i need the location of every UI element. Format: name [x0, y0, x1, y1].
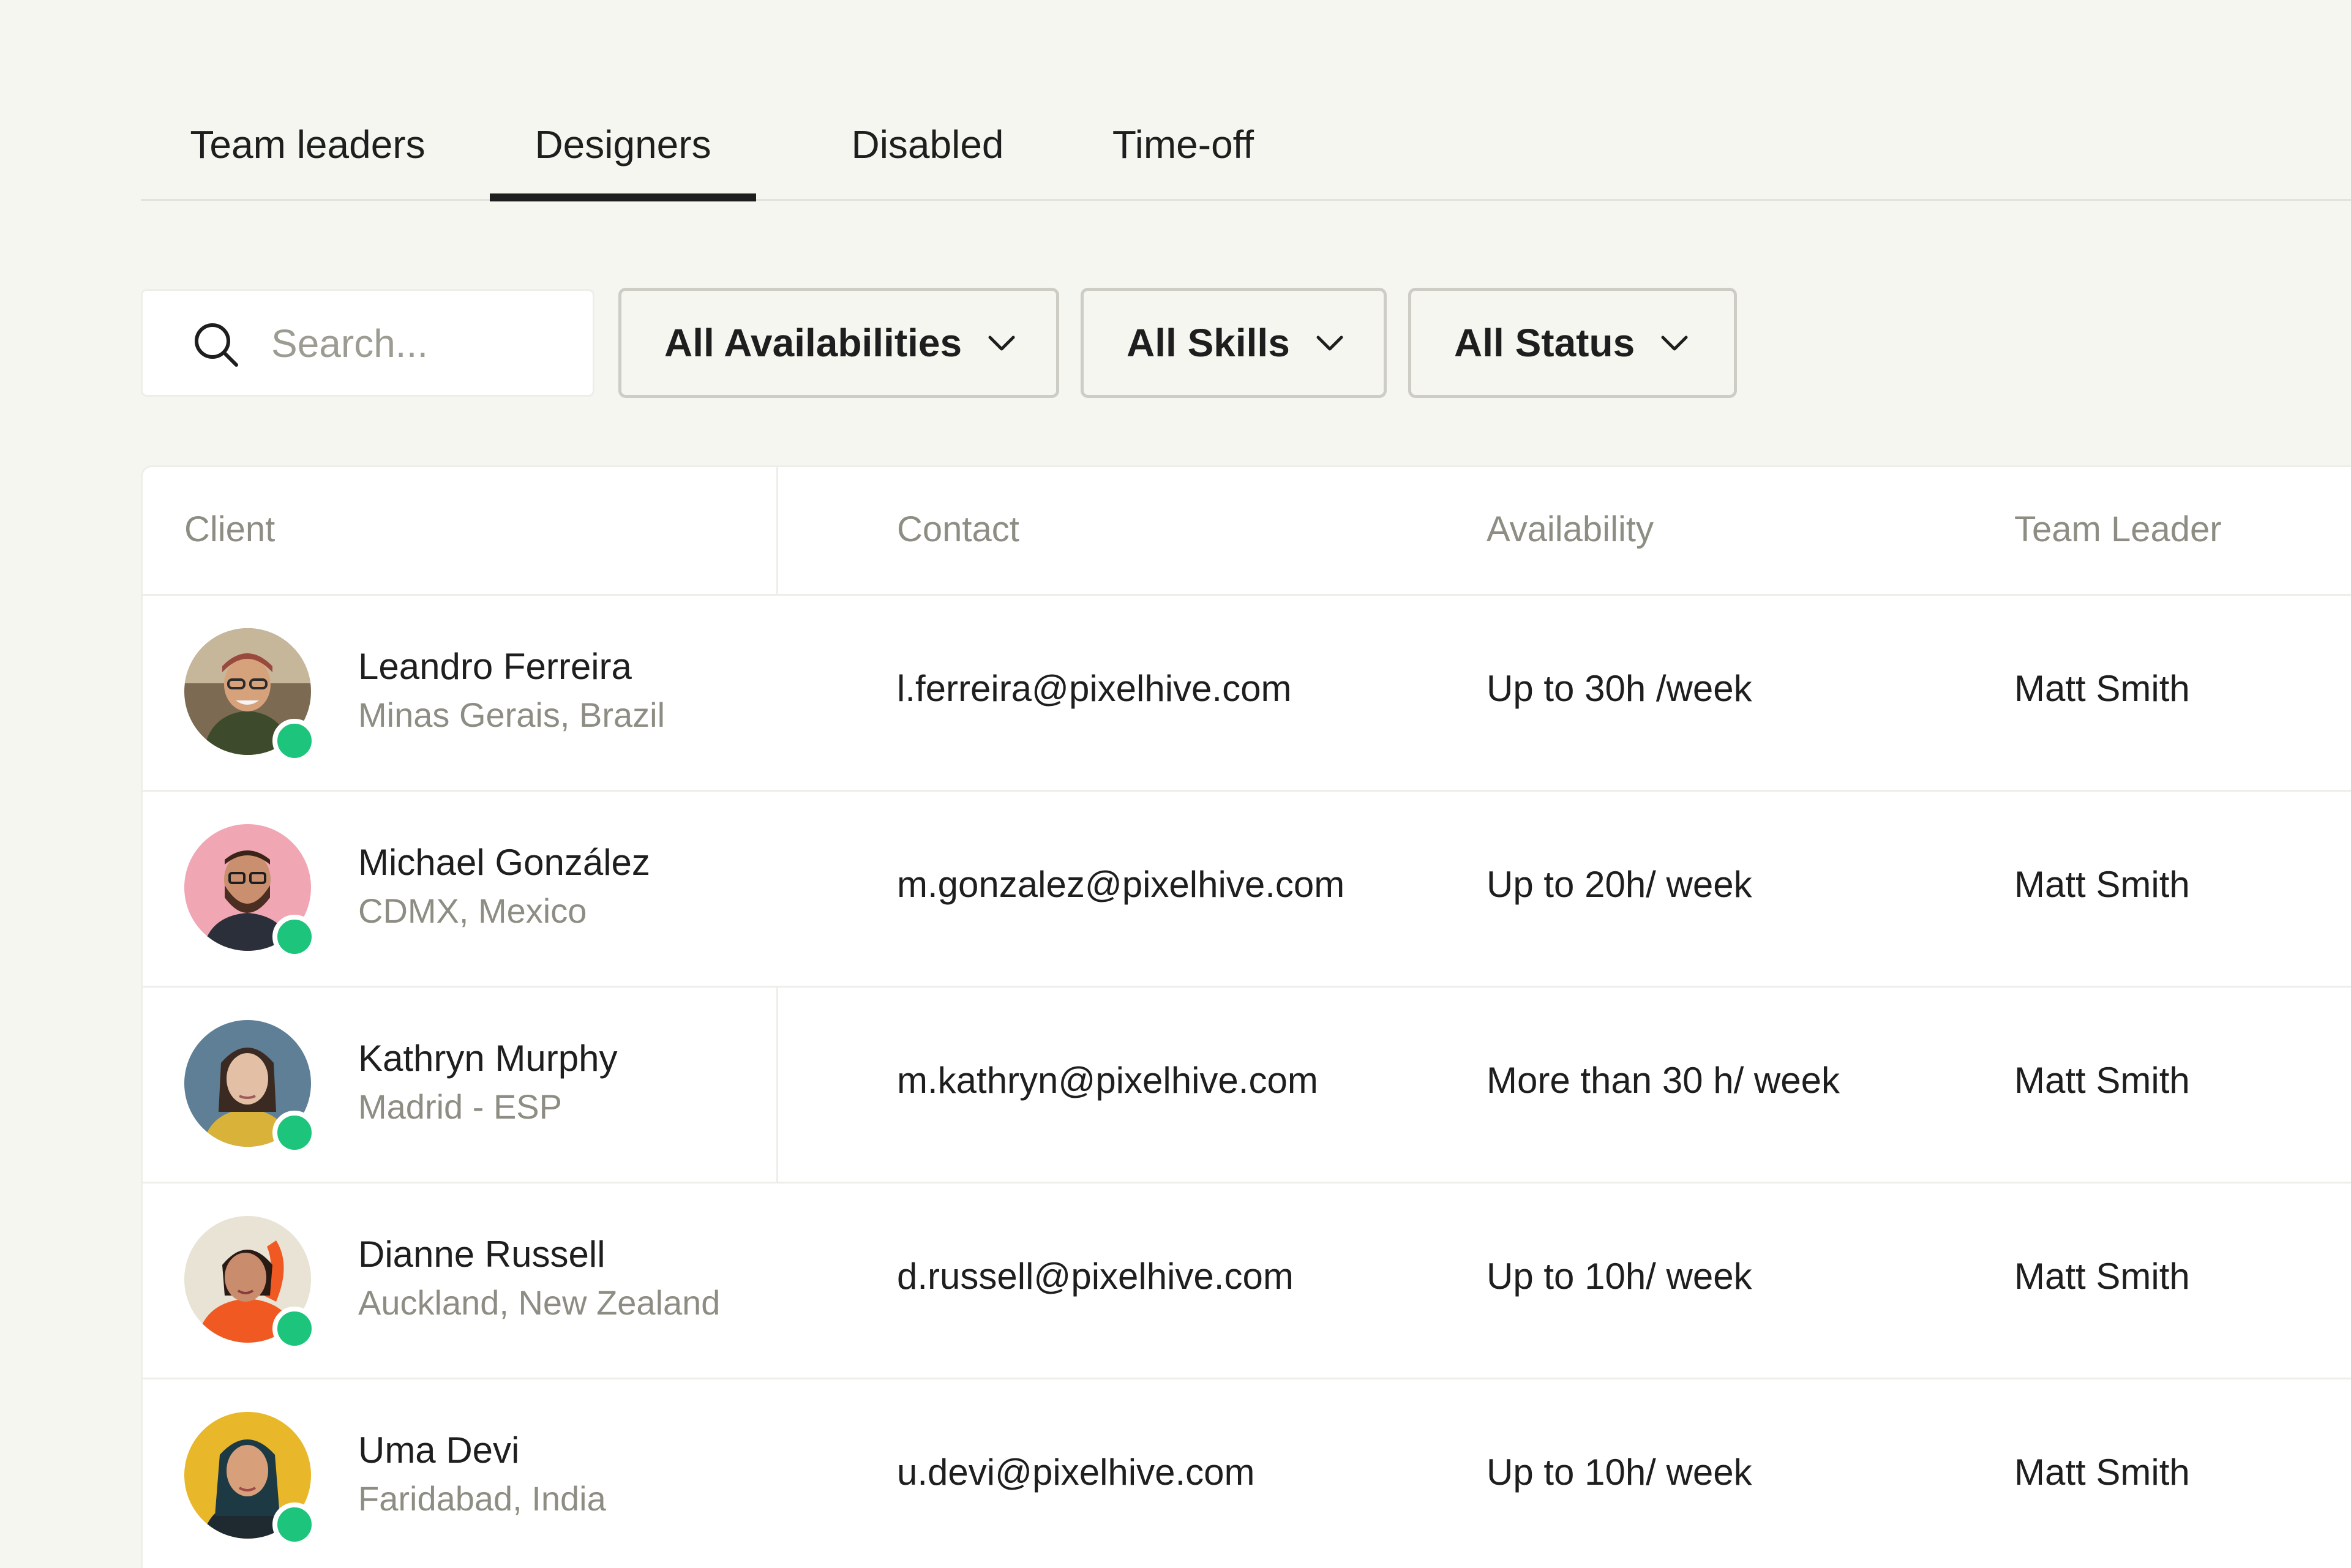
tab-disabled[interactable]: Disabled: [814, 119, 1041, 199]
designer-team-leader: Matt Smith: [2014, 668, 2190, 709]
designer-availability: Up to 10h/ week: [1487, 1256, 1752, 1297]
designers-table: Client Contact Availability Team Leader: [141, 465, 2351, 1568]
online-status-indicator: [272, 1307, 317, 1351]
designer-location: Auckland, New Zealand: [358, 1283, 721, 1322]
skills-filter-label: All Skills: [1127, 321, 1290, 365]
search-box[interactable]: [141, 289, 594, 397]
online-status-indicator: [272, 719, 317, 763]
designer-name[interactable]: Leandro Ferreira: [358, 645, 632, 688]
online-status-indicator: [272, 1502, 317, 1547]
chevron-down-icon: [1661, 336, 1688, 351]
designer-email[interactable]: l.ferreira@pixelhive.com: [897, 667, 1291, 710]
status-filter[interactable]: All Status: [1408, 288, 1737, 398]
tab-team-leaders[interactable]: Team leaders: [184, 119, 432, 199]
designer-availability: More than 30 h/ week: [1487, 1060, 1840, 1101]
status-filter-label: All Status: [1454, 321, 1635, 365]
table-row[interactable]: Uma Devi Faridabad, India u.devi@pixelhi…: [143, 1378, 2351, 1568]
designer-team-leader: Matt Smith: [2014, 1452, 2190, 1493]
column-header-client[interactable]: Client: [184, 509, 275, 550]
tab-bar: Team leaders Designers Disabled Time-off: [141, 92, 2351, 201]
designer-location: Madrid - ESP: [358, 1087, 562, 1126]
column-divider: [776, 986, 778, 1182]
designer-name[interactable]: Uma Devi: [358, 1429, 519, 1471]
table-header: Client Contact Availability Team Leader: [143, 467, 2351, 596]
availability-filter[interactable]: All Availabilities: [618, 288, 1059, 398]
table-row[interactable]: Michael González CDMX, Mexico m.gonzalez…: [143, 790, 2351, 988]
table-row[interactable]: Dianne Russell Auckland, New Zealand d.r…: [143, 1182, 2351, 1379]
designers-page: Team leaders Designers Disabled Time-off…: [0, 0, 2351, 1568]
designer-availability: Up to 10h/ week: [1487, 1452, 1752, 1493]
search-input[interactable]: [270, 315, 566, 372]
online-status-indicator: [272, 1111, 317, 1155]
designer-team-leader: Matt Smith: [2014, 1256, 2190, 1297]
search-icon: [195, 323, 238, 367]
designer-availability: Up to 20h/ week: [1487, 864, 1752, 905]
designer-email[interactable]: d.russell@pixelhive.com: [897, 1255, 1294, 1297]
table-row[interactable]: Kathryn Murphy Madrid - ESP m.kathryn@pi…: [143, 986, 2351, 1184]
designer-name[interactable]: Dianne Russell: [358, 1233, 606, 1275]
skills-filter[interactable]: All Skills: [1081, 288, 1387, 398]
chevron-down-icon: [1316, 336, 1343, 351]
designer-email[interactable]: u.devi@pixelhive.com: [897, 1451, 1255, 1493]
designer-availability: Up to 30h /week: [1487, 668, 1752, 709]
designer-name[interactable]: Michael González: [358, 841, 650, 883]
tab-designers[interactable]: Designers: [490, 119, 756, 201]
tab-time-off[interactable]: Time-off: [1078, 119, 1289, 199]
designer-email[interactable]: m.kathryn@pixelhive.com: [897, 1059, 1318, 1101]
column-divider: [776, 467, 778, 594]
chevron-down-icon: [988, 336, 1015, 351]
designer-team-leader: Matt Smith: [2014, 1060, 2190, 1101]
column-header-contact[interactable]: Contact: [897, 509, 1019, 550]
designer-location: Minas Gerais, Brazil: [358, 696, 666, 734]
designer-email[interactable]: m.gonzalez@pixelhive.com: [897, 863, 1344, 906]
designer-name[interactable]: Kathryn Murphy: [358, 1037, 618, 1079]
designer-location: CDMX, Mexico: [358, 891, 587, 930]
column-header-availability[interactable]: Availability: [1487, 509, 1654, 550]
designer-location: Faridabad, India: [358, 1479, 606, 1518]
online-status-indicator: [272, 915, 317, 959]
column-header-team-leader[interactable]: Team Leader: [2014, 509, 2222, 550]
availability-filter-label: All Availabilities: [664, 321, 962, 365]
designer-team-leader: Matt Smith: [2014, 864, 2190, 905]
table-row[interactable]: Leandro Ferreira Minas Gerais, Brazil l.…: [143, 594, 2351, 792]
